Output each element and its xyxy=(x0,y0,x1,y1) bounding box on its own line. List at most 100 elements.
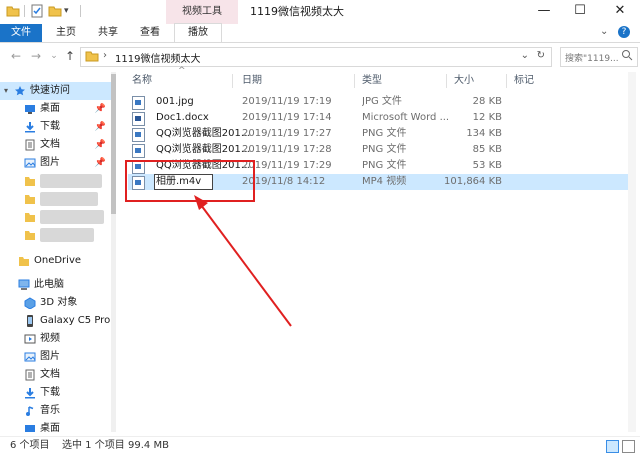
sidebar-item-pictures-pc[interactable]: 图片 xyxy=(0,348,112,366)
sidebar-item-galaxy-c5-pro[interactable]: Galaxy C5 Pro xyxy=(0,312,112,330)
status-bar: 6 个项目 选中 1 个项目 99.4 MB xyxy=(0,436,640,454)
up-arrow-icon[interactable]: ↑ xyxy=(62,48,78,64)
file-type: PNG 文件 xyxy=(362,160,407,171)
recent-locations-chevron-icon[interactable]: ⌄ xyxy=(46,48,62,64)
sidebar-item-music[interactable]: 音乐 xyxy=(0,402,112,420)
tab-file[interactable]: 文件 xyxy=(0,24,42,42)
column-header-type[interactable]: 类型 xyxy=(362,72,382,90)
redacted-folder-name[interactable] xyxy=(40,174,102,188)
sidebar-item-label: 此电脑 xyxy=(34,279,64,290)
properties-icon[interactable] xyxy=(30,4,44,18)
pin-icon[interactable]: 📌 xyxy=(95,136,106,154)
folder-icon xyxy=(24,229,36,244)
download-icon xyxy=(24,387,36,402)
ribbon-expand-icon[interactable]: ⌄ xyxy=(600,26,608,37)
sidebar-item-documents[interactable]: 文档 📌 xyxy=(0,136,112,154)
details-view-icon[interactable] xyxy=(606,440,619,453)
divider xyxy=(80,5,81,17)
ribbon-tabs: 文件 主页 共享 查看 播放 ⌄ ? xyxy=(0,23,640,43)
sidebar-item-downloads-pc[interactable]: 下载 xyxy=(0,384,112,402)
column-header-size[interactable]: 大小 xyxy=(454,72,474,90)
new-folder-icon[interactable] xyxy=(48,4,62,18)
sidebar-item-label: 3D 对象 xyxy=(40,297,78,308)
column-header-tags[interactable]: 标记 xyxy=(514,72,534,90)
back-arrow-icon[interactable]: ← xyxy=(8,48,24,64)
image-file-icon xyxy=(132,144,145,158)
pin-icon[interactable]: 📌 xyxy=(95,118,106,136)
tab-home[interactable]: 主页 xyxy=(48,24,84,42)
sidebar-item-this-pc[interactable]: 此电脑 xyxy=(0,276,112,294)
sidebar-item-label: 快速访问 xyxy=(30,85,70,96)
maximize-button[interactable]: ☐ xyxy=(560,0,600,24)
selection-size: 99.4 MB xyxy=(128,440,169,451)
file-size: 85 KB xyxy=(472,144,502,155)
chevron-down-icon[interactable]: ▾ xyxy=(4,82,8,100)
folder-icon xyxy=(18,255,30,270)
sidebar-item-label: 桌面 xyxy=(40,423,60,432)
image-file-icon xyxy=(132,96,145,110)
file-date: 2019/11/19 17:28 xyxy=(242,144,332,155)
redacted-folder-name[interactable] xyxy=(40,228,94,242)
file-list-scrollbar[interactable] xyxy=(628,72,636,432)
3d-objects-icon xyxy=(24,297,36,312)
file-name: QQ浏览器截图201... xyxy=(156,144,251,155)
title-bar: ▾ 视频工具 1119微信视频太大 — ☐ ✕ xyxy=(0,0,640,25)
column-header-name[interactable]: 名称 xyxy=(132,72,152,90)
sidebar-item-label: 图片 xyxy=(40,351,60,362)
image-file-icon xyxy=(132,128,145,142)
file-row[interactable]: QQ浏览器截图201... 2019/11/19 17:27 PNG 文件 13… xyxy=(128,126,628,142)
item-count: 6 个项目 xyxy=(10,440,50,451)
file-date: 2019/11/19 17:27 xyxy=(242,128,332,139)
file-row[interactable]: 001.jpg 2019/11/19 17:19 JPG 文件 28 KB xyxy=(128,94,628,110)
file-size: 134 KB xyxy=(466,128,502,139)
file-row[interactable]: QQ浏览器截图201... 2019/11/19 17:28 PNG 文件 85… xyxy=(128,142,628,158)
tab-play[interactable]: 播放 xyxy=(174,23,222,42)
sidebar-item-downloads[interactable]: 下载 📌 xyxy=(0,118,112,136)
column-header-date[interactable]: 日期 xyxy=(242,72,262,90)
file-type: PNG 文件 xyxy=(362,144,407,155)
file-name: Doc1.docx xyxy=(156,112,209,123)
video-icon xyxy=(24,333,36,348)
sidebar-item-documents-pc[interactable]: 文档 xyxy=(0,366,112,384)
tab-view[interactable]: 查看 xyxy=(132,24,168,42)
document-icon xyxy=(24,139,36,154)
address-dropdown-icon[interactable]: ⌄ xyxy=(521,50,529,61)
scrollbar-thumb[interactable] xyxy=(111,74,116,214)
file-type: JPG 文件 xyxy=(362,96,402,107)
large-icons-view-icon[interactable] xyxy=(622,440,635,453)
search-input[interactable]: 搜索"1119... xyxy=(560,47,638,67)
sidebar-item-desktop-pc[interactable]: 桌面 xyxy=(0,420,112,432)
sort-ascending-icon: ^ xyxy=(178,66,186,76)
music-icon xyxy=(24,405,36,420)
folder-icon[interactable] xyxy=(6,4,20,18)
forward-arrow-icon[interactable]: → xyxy=(28,48,44,64)
window-title: 1119微信视频太大 xyxy=(250,5,344,18)
redacted-folder-name[interactable] xyxy=(40,192,98,206)
phone-icon xyxy=(24,315,36,330)
pin-icon[interactable]: 📌 xyxy=(95,154,106,172)
sidebar-item-pictures[interactable]: 图片 📌 xyxy=(0,154,112,172)
sidebar-item-3d-objects[interactable]: 3D 对象 xyxy=(0,294,112,312)
divider xyxy=(24,5,25,17)
sidebar-item-videos[interactable]: 视频 xyxy=(0,330,112,348)
sidebar-item-onedrive[interactable]: OneDrive xyxy=(0,252,112,270)
sidebar-item-label: 文档 xyxy=(40,139,60,150)
sidebar-item-quick-access[interactable]: ▾ 快速访问 xyxy=(0,82,112,100)
tab-share[interactable]: 共享 xyxy=(90,24,126,42)
help-icon[interactable]: ? xyxy=(618,26,630,38)
file-type: PNG 文件 xyxy=(362,128,407,139)
address-bar[interactable]: › 1119微信视频太大 ⌄ ↻ xyxy=(80,47,552,67)
file-row[interactable]: Doc1.docx 2019/11/19 17:14 Microsoft Wor… xyxy=(128,110,628,126)
chevron-down-icon[interactable]: ▾ xyxy=(64,4,78,18)
selection-count: 选中 1 个项目 xyxy=(62,440,125,451)
close-button[interactable]: ✕ xyxy=(600,0,640,24)
redacted-folder-name[interactable] xyxy=(40,210,104,224)
minimize-button[interactable]: — xyxy=(524,0,564,24)
refresh-icon[interactable]: ↻ xyxy=(537,50,545,61)
sidebar-scrollbar[interactable] xyxy=(111,72,116,432)
pin-icon[interactable]: 📌 xyxy=(95,100,106,118)
breadcrumb[interactable]: 1119微信视频太大 xyxy=(115,50,200,65)
sidebar-item-desktop[interactable]: 桌面 📌 xyxy=(0,100,112,118)
picture-icon xyxy=(24,351,36,366)
file-name: QQ浏览器截图201... xyxy=(156,128,251,139)
